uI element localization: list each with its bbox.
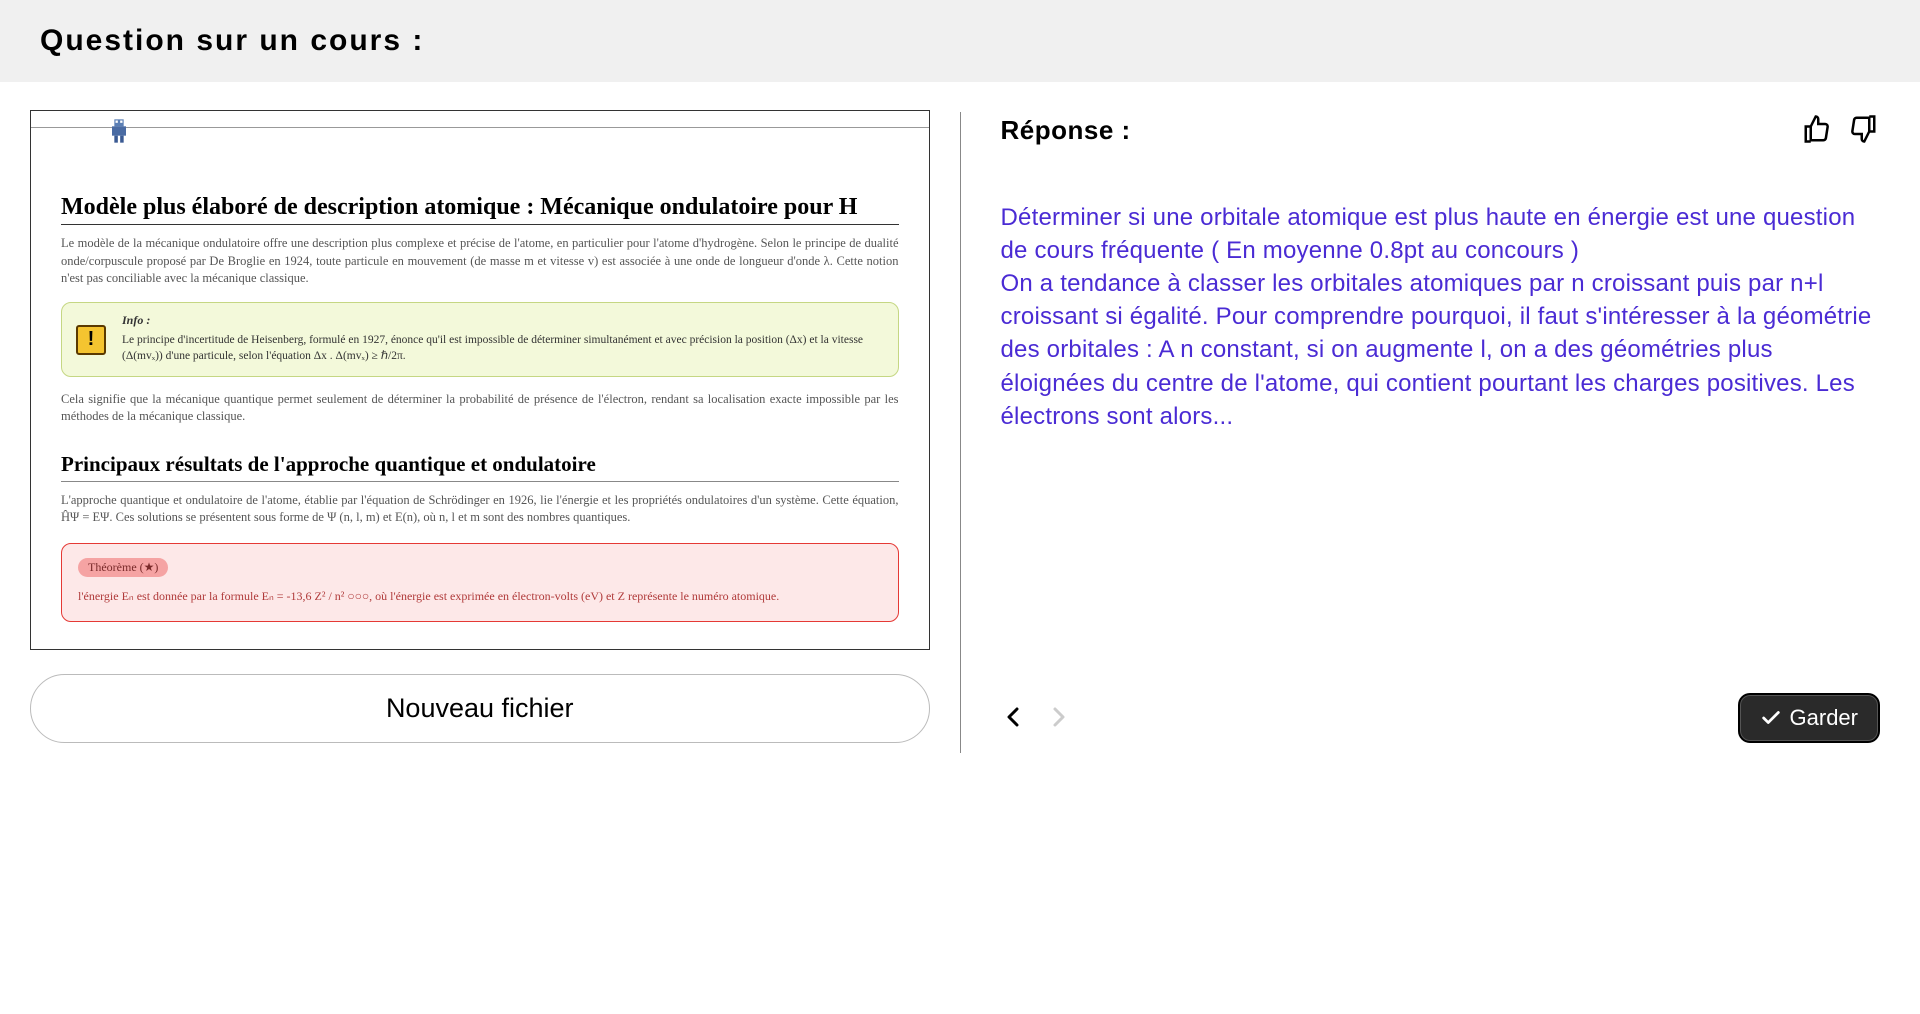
header: Question sur un cours : [0, 0, 1920, 82]
chevron-right-icon [1049, 705, 1069, 729]
page-title: Question sur un cours : [40, 24, 1880, 58]
new-file-button[interactable]: Nouveau fichier [30, 674, 930, 743]
prev-button[interactable] [1001, 703, 1025, 734]
document-preview: Modèle plus élaboré de description atomi… [30, 110, 930, 650]
info-text: Le principe d'incertitude de Heisenberg,… [122, 332, 884, 364]
right-panel: Réponse : Déterminer si une orbitale ato… [961, 82, 1920, 763]
keep-button-label: Garder [1790, 705, 1858, 731]
response-body: Déterminer si une orbitale atomique est … [1001, 201, 1881, 669]
theorem-badge: Théorème (★) [78, 558, 168, 577]
doc-heading-2: Principaux résultats de l'approche quant… [61, 452, 899, 477]
response-title: Réponse : [1001, 115, 1131, 146]
info-label: Info : [122, 313, 884, 328]
theorem-text: l'énergie Eₙ est donnée par la formule E… [78, 587, 882, 605]
bottom-bar: Garder [1001, 693, 1881, 743]
doc-paragraph-2: Cela signifie que la mécanique quantique… [61, 391, 899, 426]
heading2-container: Principaux résultats de l'approche quant… [61, 452, 899, 482]
check-icon [1760, 707, 1782, 729]
heading-underline [61, 224, 899, 225]
thumbs-up-icon [1802, 114, 1832, 144]
thumbs-up-button[interactable] [1800, 112, 1834, 149]
character-icon [105, 117, 133, 145]
doc-title-divider-top [31, 121, 929, 128]
chevron-left-icon [1003, 705, 1023, 729]
next-button[interactable] [1047, 703, 1071, 734]
doc-paragraph-3: L'approche quantique et ondulatoire de l… [61, 492, 899, 527]
doc-heading-1: Modèle plus élaboré de description atomi… [61, 192, 899, 222]
response-header: Réponse : [1001, 112, 1881, 149]
doc-paragraph-1: Le modèle de la mécanique ondulatoire of… [61, 235, 899, 288]
nav-arrows [1001, 703, 1071, 734]
left-panel: Modèle plus élaboré de description atomi… [0, 82, 960, 763]
thumbs-down-icon [1848, 114, 1878, 144]
thumbs-down-button[interactable] [1846, 112, 1880, 149]
main-content: Modèle plus élaboré de description atomi… [0, 82, 1920, 763]
keep-button[interactable]: Garder [1738, 693, 1880, 743]
feedback-buttons [1800, 112, 1880, 149]
info-callout: ! Info : Le principe d'incertitude de He… [61, 302, 899, 377]
theorem-callout: Théorème (★) l'énergie Eₙ est donnée par… [61, 543, 899, 622]
exclamation-icon: ! [76, 325, 106, 355]
document-inner: Modèle plus élaboré de description atomi… [31, 128, 929, 642]
